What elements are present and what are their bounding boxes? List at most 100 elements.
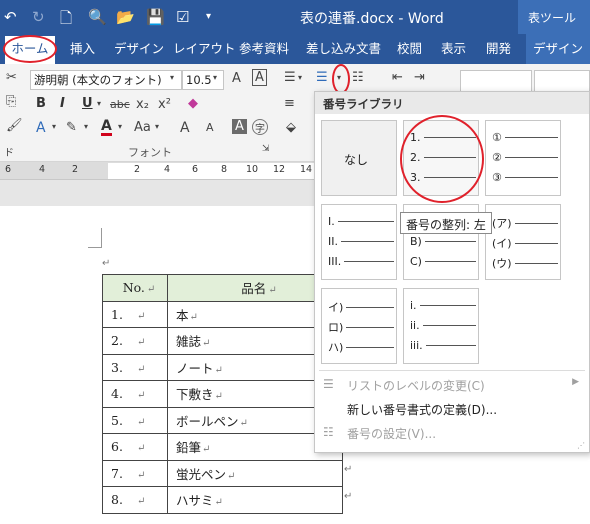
- table-cell-no[interactable]: 6. ↵: [102, 433, 168, 461]
- numbering-icon[interactable]: ☰: [316, 70, 328, 85]
- cut-icon[interactable]: ✂: [6, 70, 17, 85]
- table-cell-no[interactable]: 7. ↵: [102, 459, 168, 487]
- shrink-font-button[interactable]: A: [206, 121, 214, 134]
- table-cell-no[interactable]: 8. ↵: [102, 486, 168, 514]
- clipboard-label: ド: [4, 148, 14, 159]
- multilevel-list-icon[interactable]: ☷: [352, 70, 364, 85]
- change-case-button[interactable]: Aa: [134, 120, 151, 135]
- ruler-tick: 6: [192, 164, 199, 175]
- text-effects-icon[interactable]: A: [36, 120, 46, 136]
- char-shading-icon[interactable]: A: [232, 119, 247, 134]
- context-tab-group: 表ツール: [518, 0, 590, 34]
- eraser-icon[interactable]: ◆: [188, 96, 198, 111]
- save-icon[interactable]: 💾: [146, 8, 165, 26]
- ruler-tick: 10: [246, 164, 259, 175]
- change-list-level-item[interactable]: ☰ リストのレベルの変更(C) ▶: [315, 372, 589, 396]
- numbering-katakana-paren-tile[interactable]: (ア) (イ) (ウ): [485, 204, 561, 280]
- define-new-number-format-item[interactable]: 新しい番号書式の定義(D)...: [315, 396, 589, 420]
- change-case-dropdown-icon[interactable]: ▾: [155, 122, 159, 131]
- header-no: No.: [122, 280, 145, 296]
- ruler-tick: 4: [164, 164, 171, 175]
- numbering-roman-upper-tile[interactable]: I. II. III.: [321, 204, 397, 280]
- tab-layout[interactable]: レイアウト: [173, 34, 236, 64]
- table-cell-name[interactable]: ハサミ↵: [167, 486, 343, 514]
- clear-format-icon[interactable]: A: [232, 71, 241, 86]
- font-name-combo[interactable]: 游明朝 (本文のフォント): [30, 70, 182, 90]
- italic-button[interactable]: I: [60, 96, 65, 111]
- enclose-char-icon[interactable]: 字: [252, 119, 268, 135]
- form-icon[interactable]: ☑: [176, 8, 189, 26]
- new-document-icon[interactable]: 🗋: [60, 8, 72, 33]
- format-painter-icon[interactable]: 🖌: [6, 118, 23, 133]
- numbering-none-tile[interactable]: なし: [321, 120, 397, 196]
- margin-corner-mark: [88, 228, 102, 248]
- bold-button[interactable]: B: [36, 96, 46, 111]
- table-cell-name[interactable]: 蛍光ペン↵: [167, 459, 343, 487]
- table-cell-no[interactable]: 2. ↵: [102, 327, 168, 355]
- set-numbering-value-item[interactable]: ☷ 番号の設定(V)...: [315, 420, 589, 444]
- tab-insert[interactable]: 挿入: [70, 34, 95, 64]
- bullets-dropdown-icon[interactable]: ▾: [298, 73, 302, 82]
- numbering-arabic-period-tile[interactable]: 1. 2. 3.: [403, 120, 479, 196]
- bullets-icon[interactable]: ☰: [284, 70, 296, 85]
- subscript-button[interactable]: x₂: [136, 97, 149, 112]
- numbering-circled-tile[interactable]: ① ② ③: [485, 120, 561, 196]
- print-preview-icon[interactable]: 🔍: [88, 8, 107, 26]
- resize-grip-icon[interactable]: ⋰: [577, 441, 585, 450]
- table-row: 3. ↵ ノート↵: [102, 353, 343, 381]
- font-size-dropdown-icon[interactable]: ▾: [213, 73, 217, 82]
- table-row: 5. ↵ ボールペン↵: [102, 406, 343, 434]
- numbering-roman-lower-tile[interactable]: i. ii. iii.: [403, 288, 479, 364]
- ruler-tick: 4: [39, 164, 46, 175]
- tab-view[interactable]: 表示: [441, 34, 466, 64]
- tab-developer[interactable]: 開発: [486, 34, 511, 64]
- align-left-icon[interactable]: ≡: [284, 96, 295, 111]
- decrease-indent-icon[interactable]: ⇤: [392, 70, 403, 85]
- char-border-icon[interactable]: A: [252, 69, 267, 86]
- font-size-combo[interactable]: 10.5: [182, 70, 224, 90]
- tab-review[interactable]: 校閲: [397, 34, 422, 64]
- highlight-color-icon[interactable]: ✎: [66, 120, 77, 135]
- redo-icon[interactable]: ↻: [32, 8, 45, 26]
- font-color-button[interactable]: A: [101, 119, 112, 136]
- ruler-tick: 8: [221, 164, 228, 175]
- font-dialog-launcher-icon[interactable]: ⇲: [262, 144, 270, 154]
- copy-icon[interactable]: ⎘: [6, 94, 16, 109]
- row-end-mark: ↵: [344, 491, 353, 502]
- ruler-tick: 2: [72, 164, 79, 175]
- tab-table-design[interactable]: デザイン: [526, 34, 590, 64]
- shading-icon[interactable]: ⬙: [286, 120, 296, 135]
- table-cell-no[interactable]: 1. ↵: [102, 300, 168, 328]
- strikethrough-button[interactable]: abc: [110, 98, 130, 111]
- superscript-button[interactable]: x²: [158, 97, 171, 112]
- numbering-library-dropdown: 番号ライブラリ なし 1. 2. 3. ① ② ③ I. II. III. A)…: [314, 91, 590, 453]
- tab-home[interactable]: ホーム: [5, 36, 55, 64]
- menu-separator: [319, 370, 585, 371]
- table-header-row: No. ↵ 品名 ↵: [102, 274, 343, 302]
- table-cell-no[interactable]: 4. ↵: [102, 380, 168, 408]
- paragraph-mark: ↵: [102, 258, 111, 269]
- increase-indent-icon[interactable]: ⇥: [414, 70, 425, 85]
- document-table[interactable]: No. ↵ 品名 ↵ 1. ↵ 本↵ 2. ↵ 雑誌↵ 3. ↵ ノート↵ 4. ↵ 下敷き↵ 5.…: [102, 274, 343, 514]
- tab-references[interactable]: 参考資料: [239, 34, 289, 64]
- font-name-dropdown-icon[interactable]: ▾: [170, 73, 174, 82]
- underline-dropdown-icon[interactable]: ▾: [97, 99, 101, 108]
- table-cell-no[interactable]: 5. ↵: [102, 406, 168, 434]
- font-color-dropdown-icon[interactable]: ▾: [118, 122, 122, 131]
- open-folder-icon[interactable]: 📂: [116, 8, 135, 26]
- underline-button[interactable]: U: [82, 96, 93, 111]
- tab-design[interactable]: デザイン: [114, 34, 164, 64]
- numbering-iroha-tile[interactable]: イ) ロ) ハ): [321, 288, 397, 364]
- numbering-dropdown-icon[interactable]: ▾: [337, 73, 341, 82]
- text-effects-dropdown-icon[interactable]: ▾: [52, 122, 56, 131]
- highlight-dropdown-icon[interactable]: ▾: [84, 122, 88, 131]
- table-cell-no[interactable]: 3. ↵: [102, 353, 168, 381]
- undo-icon[interactable]: ↶: [4, 8, 17, 26]
- ruler-tick: 14: [300, 164, 313, 175]
- customize-qat-icon[interactable]: ▾: [206, 11, 211, 22]
- grow-font-button[interactable]: A: [180, 120, 190, 136]
- font-group-label: フォント: [128, 146, 172, 159]
- title-bar: ↶ ↻ 🗋 🔍 📂 💾 ☑ ▾ 表の連番.docx - Word 表ツール: [0, 0, 590, 34]
- tab-mailings[interactable]: 差し込み文書: [306, 34, 381, 64]
- table-header-cell[interactable]: No. ↵: [102, 274, 168, 302]
